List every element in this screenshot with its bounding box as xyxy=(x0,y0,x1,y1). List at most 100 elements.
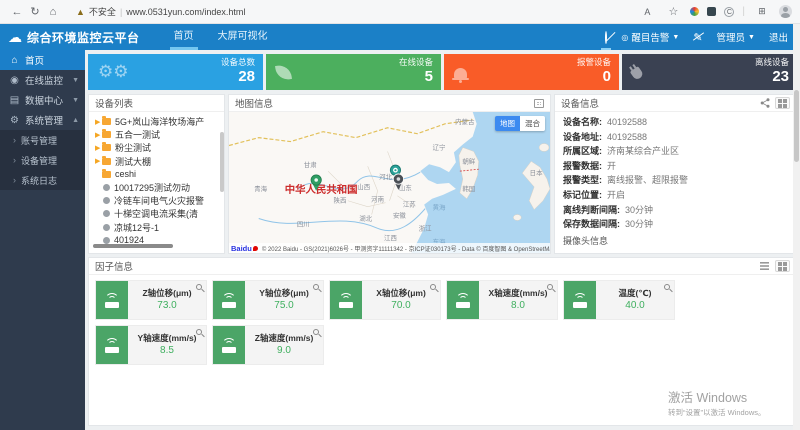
stat-card-offline-devices: 离线设备 23 xyxy=(622,54,797,90)
sidebar-item-data-center[interactable]: ▤ 数据中心 ▼ xyxy=(0,90,85,110)
scrollbar-thumb[interactable] xyxy=(794,90,799,162)
factor-value: 73.0 xyxy=(157,299,176,312)
factor-cards: Z轴位移(μm)73.0 Y轴位移(μm)75.0 X轴位移(μm)70.0 X… xyxy=(89,275,796,370)
sidebar-item-system-manage[interactable]: ⚙ 系统管理 ▲ xyxy=(0,110,85,130)
fullscreen-icon[interactable] xyxy=(534,99,544,108)
sidebar-item-label: 首页 xyxy=(25,53,44,67)
expand-arrow-icon[interactable]: ▶ xyxy=(95,131,102,139)
tree-device[interactable]: 10017295测试勿动 xyxy=(95,181,224,194)
database-icon: ▤ xyxy=(9,95,20,106)
grid-view-icon[interactable] xyxy=(775,260,790,272)
main-content: ⚙⚙ 设备总数 28 在线设备 5 报警设备 0 离线设备 23 xyxy=(85,50,800,430)
favorites-icon[interactable]: ☆ xyxy=(664,5,682,18)
factor-value: 9.0 xyxy=(277,344,291,357)
baidu-paw-icon xyxy=(253,246,258,251)
magnifier-icon[interactable] xyxy=(430,284,436,290)
edit-disabled-icon[interactable]: ✎ xyxy=(693,31,702,44)
screen-toggle-icon[interactable] xyxy=(605,32,607,43)
info-value: 离线报警、超限报警 xyxy=(607,175,688,185)
svg-text:浙江: 浙江 xyxy=(419,223,432,232)
magnifier-icon[interactable] xyxy=(196,329,202,335)
tree-item-label: ceshi xyxy=(115,169,136,179)
grid-view-icon[interactable] xyxy=(775,97,790,109)
app-icon[interactable] xyxy=(707,7,716,16)
sidebar-item-home[interactable]: ⌂ 首页 xyxy=(0,50,85,70)
map-canvas[interactable]: 内蒙古 辽宁 朝鲜 韩国 日本 河北 山西 山东 江苏 安徽 河南 湖北 陕西 … xyxy=(229,112,550,253)
stat-label: 离线设备 xyxy=(755,58,789,68)
address-bar[interactable]: ▲ 不安全 | www.0531yun.com/index.html xyxy=(76,5,638,18)
factor-label: 温度(℃) xyxy=(619,288,652,299)
read-aloud-icon[interactable]: A xyxy=(638,7,656,17)
device-status-icon xyxy=(103,224,110,231)
svg-text:辽宁: 辽宁 xyxy=(433,142,446,151)
map-svg: 内蒙古 辽宁 朝鲜 韩国 日本 河北 山西 山东 江苏 安徽 河南 湖北 陕西 … xyxy=(229,112,550,253)
sidebar-item-system-log[interactable]: › 系统日志 xyxy=(0,170,85,190)
info-label: 设备地址: xyxy=(563,132,602,142)
tree-device[interactable]: 凉城12号-1 xyxy=(95,221,224,234)
factor-label: Z轴速度(mm/s) xyxy=(255,333,314,344)
nav-item-home[interactable]: 首页 xyxy=(162,24,206,50)
map-country-label: 中华人民共和国 xyxy=(285,183,358,196)
magnifier-icon[interactable] xyxy=(313,329,319,335)
factor-card-z-speed: Z轴速度(mm/s)9.0 xyxy=(212,325,324,365)
sensor-icon xyxy=(213,281,245,319)
info-value: 30分钟 xyxy=(625,205,653,215)
sidebar-item-device-manage[interactable]: › 设备管理 xyxy=(0,150,85,170)
tree-device[interactable]: 十梯空调电流采集(清 xyxy=(95,207,224,220)
tree-folder[interactable]: ▶ 五合一测试 xyxy=(95,128,224,141)
svg-text:江西: 江西 xyxy=(384,234,397,242)
tree-folder[interactable]: ▶5G+岚山海洋牧场海产 xyxy=(95,115,224,128)
refresh-icon[interactable]: ↻ xyxy=(26,5,44,18)
user-dropdown[interactable]: 管理员 ▼ xyxy=(717,30,755,44)
svg-text:河南: 河南 xyxy=(371,195,384,204)
expand-arrow-icon[interactable]: ▶ xyxy=(95,157,102,165)
map-type-hybrid-button[interactable]: 混合 xyxy=(520,116,545,131)
tree-folder[interactable]: ceshi xyxy=(95,168,224,181)
magnifier-icon[interactable] xyxy=(313,284,319,290)
browser-scrollbar[interactable] xyxy=(793,24,800,430)
sidebar-item-account-manage[interactable]: › 账号管理 xyxy=(0,130,85,150)
expand-arrow-icon[interactable]: ▶ xyxy=(95,144,102,152)
home-icon: ⌂ xyxy=(9,55,20,66)
tree-vertical-scrollbar[interactable] xyxy=(220,132,224,192)
tree-item-label: 五合一测试 xyxy=(115,128,160,141)
camera-section-title: 摄像头信息 xyxy=(563,234,788,247)
watermark-line1: 激活 Windows xyxy=(668,387,766,406)
info-value: 开启 xyxy=(607,190,625,200)
sensor-icon xyxy=(330,281,362,319)
tree-folder[interactable]: ▶粉尘测试 xyxy=(95,141,224,154)
info-row: 所属区域:济南某综合产业区 xyxy=(563,146,788,156)
nav-item-bigscreen[interactable]: 大屏可视化 xyxy=(206,24,280,50)
tree-horizontal-scrollbar[interactable] xyxy=(93,244,173,248)
map-type-map-button[interactable]: 地图 xyxy=(495,116,520,131)
tree-device[interactable]: 冷链车间电气火灾报警 xyxy=(95,194,224,207)
stat-label: 在线设备 xyxy=(399,58,433,68)
magnifier-icon[interactable] xyxy=(664,284,670,290)
alert-dropdown[interactable]: ◎ 醒目告警 ▼ xyxy=(621,30,679,44)
sidebar: ⌂ 首页 ◉ 在线监控 ▼ ▤ 数据中心 ▼ ⚙ 系统管理 ▲ › 账号管理 ›… xyxy=(0,50,85,430)
sensor-icon xyxy=(96,326,128,364)
sidebar-submenu: › 账号管理 › 设备管理 › 系统日志 xyxy=(0,130,85,190)
magnifier-icon[interactable] xyxy=(547,284,553,290)
info-row: 设备地址:40192588 xyxy=(563,132,788,142)
svg-text:甘肃: 甘肃 xyxy=(304,160,317,169)
magnifier-icon[interactable] xyxy=(196,284,202,290)
tree-folder[interactable]: ▶测试大棚 xyxy=(95,155,224,168)
collections-icon[interactable]: ⊞ xyxy=(753,6,771,17)
logout-button[interactable]: 退出 xyxy=(769,30,788,44)
expand-arrow-icon[interactable]: ▶ xyxy=(95,118,102,126)
info-label: 设备名称: xyxy=(563,117,602,127)
profile-avatar[interactable] xyxy=(779,5,792,18)
stat-card-online-devices: 在线设备 5 xyxy=(266,54,441,90)
stat-label: 设备总数 xyxy=(221,58,255,68)
back-icon[interactable]: ← xyxy=(8,6,26,18)
share-icon[interactable] xyxy=(757,97,772,109)
sensor-icon xyxy=(447,281,479,319)
device-status-icon xyxy=(103,197,110,204)
sync-icon[interactable]: C xyxy=(724,7,734,17)
sidebar-item-online-monitor[interactable]: ◉ 在线监控 ▼ xyxy=(0,70,85,90)
gear-icon: ⚙ xyxy=(9,115,20,126)
list-view-icon[interactable] xyxy=(757,260,772,272)
home-icon[interactable]: ⌂ xyxy=(44,6,62,18)
extension-icon[interactable] xyxy=(690,7,699,16)
